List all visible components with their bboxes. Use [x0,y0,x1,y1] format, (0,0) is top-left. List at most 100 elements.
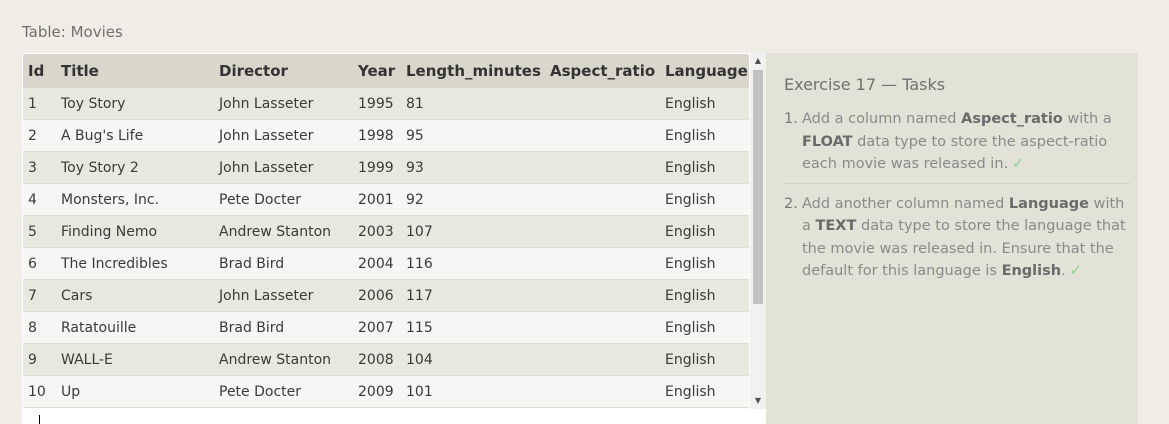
task-keyword: Language [1008,195,1089,212]
scroll-up-arrow-icon[interactable]: ▲ [750,54,766,68]
cell-length-minutes: 101 [406,375,550,408]
cell-title: Monsters, Inc. [61,183,219,216]
column-header-length-minutes: Length_minutes [406,54,550,88]
cell-length-minutes: 116 [406,247,550,280]
cell-aspect-ratio [550,375,665,408]
cell-aspect-ratio [550,88,665,120]
cell-director: Andrew Stanton [219,215,358,248]
cell-aspect-ratio [550,215,665,248]
table-body: 1 Toy Story John Lasseter 1995 81 English 2 A B… [23,88,749,408]
cell-title: Finding Nemo [61,215,219,248]
cell-year: 2009 [358,375,406,408]
cell-director: John Lasseter [219,151,358,184]
table-row: 7 Cars John Lasseter 2006 117 English [23,279,749,312]
cell-year: 2004 [358,247,406,280]
cell-director: Andrew Stanton [219,343,358,376]
cell-id: 2 [23,119,61,152]
cell-year: 1995 [358,88,406,120]
scroll-down-arrow-icon[interactable]: ▼ [750,394,766,408]
column-header-year: Year [358,54,406,88]
scrollbar-thumb[interactable] [753,70,763,304]
cell-title: Ratatouille [61,311,219,344]
task-item: 1. Add a column named Aspect_ratio with a… [784,108,1130,184]
table-row: 10 Up Pete Docter 2009 101 English [23,375,749,408]
cell-language: English [665,247,749,280]
cell-length-minutes: 95 [406,119,550,152]
task-item: 2. Add another column named Language with… [784,193,1130,290]
cell-id: 3 [23,151,61,184]
results-table: Id Title Director Year Length_minutes As… [23,54,749,408]
cell-director: John Lasseter [219,279,358,312]
task-keyword: FLOAT [802,133,853,150]
tasks-panel: Exercise 17 — Tasks 1. Add a column named… [766,53,1138,424]
cell-year: 2007 [358,311,406,344]
cell-title: Toy Story [61,88,219,120]
cell-director: John Lasseter [219,119,358,152]
column-header-aspect-ratio: Aspect_ratio [550,54,665,88]
cell-title: Toy Story 2 [61,151,219,184]
cell-language: English [665,375,749,408]
cell-length-minutes: 81 [406,88,550,120]
cell-language: English [665,151,749,184]
task-keyword: Aspect_ratio [961,111,1063,127]
cell-id: 7 [23,279,61,312]
cell-id: 1 [23,88,61,120]
column-header-language: Language [665,54,749,88]
tasks-title: Exercise 17 — Tasks [784,75,946,94]
table-scrollbar[interactable]: ▲ ▼ [750,53,766,409]
table-row: 3 Toy Story 2 John Lasseter 1999 93 English [23,151,749,184]
cell-director: Brad Bird [219,247,358,280]
text-cursor [39,415,40,424]
task-text: . [1061,263,1066,279]
task-text: Add another column named [802,195,1009,212]
cell-id: 5 [23,215,61,248]
cell-language: English [665,215,749,248]
cell-length-minutes: 104 [406,343,550,376]
cell-aspect-ratio [550,311,665,344]
cell-director: Pete Docter [219,375,358,408]
cell-id: 9 [23,343,61,376]
task-text: Add a column named [802,111,962,127]
cell-year: 2001 [358,183,406,216]
cell-year: 2003 [358,215,406,248]
table-header-row: Id Title Director Year Length_minutes As… [23,54,749,88]
cell-title: Cars [61,279,219,312]
table-caption: Table: Movies [22,23,123,41]
cell-director: John Lasseter [219,88,358,120]
task-number: 2. [784,195,798,212]
cell-id: 6 [23,247,61,280]
cell-aspect-ratio [550,343,665,376]
cell-year: 1999 [358,151,406,184]
cell-aspect-ratio [550,119,665,152]
table-row: 4 Monsters, Inc. Pete Docter 2001 92 English [23,183,749,216]
cell-director: Brad Bird [219,311,358,344]
cell-language: English [665,119,749,152]
cell-title: WALL-E [61,343,219,376]
cell-aspect-ratio [550,279,665,312]
cell-length-minutes: 92 [406,183,550,216]
cell-title: A Bug's Life [61,119,219,152]
task-keyword: English [1001,263,1062,279]
cell-language: English [665,343,749,376]
cell-language: English [665,279,749,312]
results-table-panel: Id Title Director Year Length_minutes As… [22,53,766,424]
cell-aspect-ratio [550,247,665,280]
cell-year: 1998 [358,119,406,152]
cell-title: Up [61,375,219,408]
cell-id: 4 [23,183,61,216]
table-row: 1 Toy Story John Lasseter 1995 81 English [23,88,749,120]
cell-language: English [665,88,749,120]
cell-director: Pete Docter [219,183,358,216]
column-header-director: Director [219,54,358,88]
task-keyword: TEXT [815,218,857,234]
cell-aspect-ratio [550,183,665,216]
table-row: 9 WALL-E Andrew Stanton 2008 104 English [23,343,749,376]
task-list: 1. Add a column named Aspect_ratio with a… [784,108,1130,299]
cell-aspect-ratio [550,151,665,184]
cell-id: 10 [23,375,61,408]
task-text: with a [1062,111,1112,127]
cell-year: 2006 [358,279,406,312]
checkmark-icon: ✓ [1069,263,1082,279]
cell-length-minutes: 117 [406,279,550,312]
cell-length-minutes: 93 [406,151,550,184]
